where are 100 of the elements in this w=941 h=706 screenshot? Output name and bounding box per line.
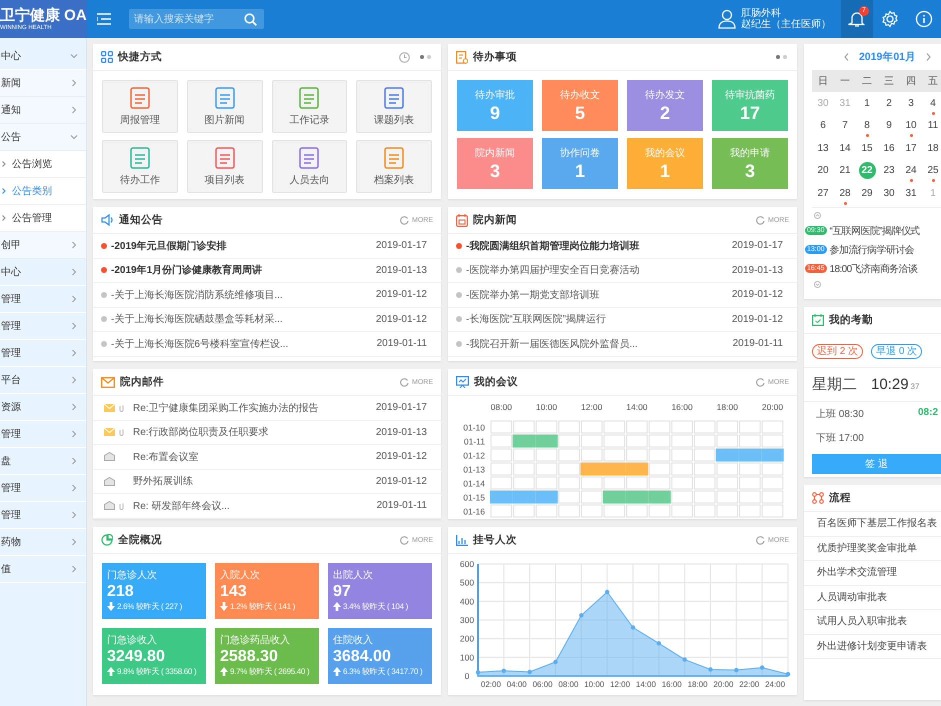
calendar-day[interactable]: 8 xyxy=(858,117,876,134)
axis-label: 600 xyxy=(460,559,474,569)
calendar-day[interactable]: 10 xyxy=(902,117,920,134)
weekday-label: 二 xyxy=(862,75,872,88)
shortcut-tile[interactable]: 项目列表 xyxy=(186,140,262,193)
sidebar-item[interactable]: 药物 xyxy=(0,529,86,556)
hour-label: 08:00 xyxy=(490,402,512,412)
card-title: 我的考勤 xyxy=(829,313,873,327)
notice-row[interactable]: -2019年1月份门诊健康教育周周讲 2019-01-13 xyxy=(93,258,441,283)
calendar-day[interactable]: 7 xyxy=(836,117,854,134)
calendar-day[interactable]: 11 xyxy=(924,117,941,134)
shortcut-tile[interactable]: 周报管理 xyxy=(102,80,178,133)
calendar-day[interactable]: 23 xyxy=(880,162,898,180)
date-text: 2019-01-13 xyxy=(376,264,427,276)
workflow-link[interactable]: 百名医师下基层工作报名表 xyxy=(804,512,941,536)
sidebar-item[interactable]: 值 xyxy=(0,556,86,583)
shortcut-tile[interactable]: 待办工作 xyxy=(102,140,178,193)
calendar-day[interactable]: 24 xyxy=(902,162,920,180)
calendar-day[interactable]: 28 xyxy=(836,184,854,202)
mail-row[interactable]: Re:布置会议室 2019-01-12 xyxy=(93,445,441,470)
card-title: 待办事项 xyxy=(473,50,517,64)
sidebar-item[interactable]: 管理 xyxy=(0,313,86,340)
calendar-day[interactable]: 9 xyxy=(880,117,898,134)
news-row[interactable]: -医院举办第四届护理安全百日竞赛活动 2019-01-13 xyxy=(448,258,797,283)
mail-subject: Re:布置会议室 xyxy=(133,450,200,464)
shortcut-label: 图片新闻 xyxy=(204,114,245,126)
news-row[interactable]: -长海医院“互联网医院”揭牌运行 2019-01-12 xyxy=(448,308,797,332)
calendar-day[interactable]: 14 xyxy=(836,140,854,157)
schedule-text: “互联网医院”揭牌仪式 xyxy=(830,224,920,238)
sidebar-item[interactable]: 管理 xyxy=(0,286,86,313)
calendar-day[interactable]: 16 xyxy=(880,140,898,157)
calendar-day[interactable]: 13 xyxy=(814,140,832,157)
sidebar-item[interactable]: 管理 xyxy=(0,421,86,448)
calendar-day[interactable]: 6 xyxy=(814,117,832,134)
sidebar-item[interactable]: 资源 xyxy=(0,394,86,421)
calendar-day[interactable]: 27 xyxy=(814,184,832,202)
axis-label: 14:00 xyxy=(636,680,656,689)
mail-row[interactable]: Re:卫宁健康集团采购工作实施办法的报告 2019-01-17 xyxy=(93,396,441,420)
shortcut-tile[interactable]: 图片新闻 xyxy=(186,80,262,133)
calendar-day[interactable]: 4 xyxy=(924,94,941,112)
news-row[interactable]: -我院圆满组织首期管理岗位能力培训班 2019-01-17 xyxy=(448,234,797,258)
shortcut-label: 档案列表 xyxy=(374,174,414,186)
workflow-link[interactable]: 人员调动审批表 xyxy=(804,586,941,610)
sidebar-item[interactable]: 管理 xyxy=(0,475,86,502)
date-text: 2019-01-12 xyxy=(732,314,783,325)
date-text: 2019-01-12 xyxy=(732,289,783,300)
sidebar-item[interactable]: 通知 xyxy=(0,97,86,124)
calendar-day[interactable]: 2 xyxy=(880,94,898,112)
workflow-link[interactable]: 试用人员入职审批表 xyxy=(804,610,941,634)
shortcut-tile[interactable]: 人员去向 xyxy=(272,140,348,193)
shortcut-label: 课题列表 xyxy=(374,114,414,126)
stat-change: 6.3% 较昨天 ( 3417.70 ) xyxy=(343,666,422,677)
shortcut-tile[interactable]: 工作记录 xyxy=(272,80,348,133)
axis-label: 100 xyxy=(460,652,474,662)
todo-count: 1 xyxy=(660,160,670,182)
calendar-day[interactable]: 3 xyxy=(902,94,920,112)
news-row[interactable]: -我院召开新一届医德医风院外监督员... 2019-01-11 xyxy=(448,332,797,356)
sidebar-item[interactable]: 公告 xyxy=(0,124,86,151)
sidebar-item[interactable]: 管理 xyxy=(0,502,86,529)
news-row[interactable]: -医院举办第一期党支部培训班 2019-01-12 xyxy=(448,283,797,308)
sidebar-item[interactable]: 中心 xyxy=(0,259,86,286)
date-text: 2019-01-17 xyxy=(376,240,427,252)
calendar-day[interactable]: 1 xyxy=(858,94,876,112)
mail-row[interactable]: Re: 研发部年终会议... 2019-01-11 xyxy=(93,494,441,518)
calendar-day[interactable]: 20 xyxy=(814,162,832,180)
stat-label: 出院人次 xyxy=(333,568,374,582)
calendar-day[interactable]: 17 xyxy=(902,140,920,157)
todo-label: 待办收文 xyxy=(560,88,600,102)
mail-row[interactable]: 野外拓展训练 2019-01-12 xyxy=(93,470,441,494)
notice-row[interactable]: -关于上海长海医院6号楼科室宣传栏设... 2019-01-11 xyxy=(93,332,441,356)
sidebar-item[interactable]: 平台 xyxy=(0,367,86,394)
date-label: 01-12 xyxy=(463,450,485,460)
calendar-day[interactable]: 18 xyxy=(924,140,941,157)
workflow-link[interactable]: 外出进修计划变更申请表 xyxy=(804,634,941,659)
axis-label: 12:00 xyxy=(610,680,630,689)
shortcut-tile[interactable]: 课题列表 xyxy=(356,80,432,133)
sidebar-item[interactable]: 新闻 xyxy=(0,70,86,97)
calendar-day[interactable]: 31 xyxy=(902,184,920,202)
calendar-day[interactable]: 25 xyxy=(924,162,941,180)
card-title: 全院概况 xyxy=(118,533,162,547)
shortcut-tile[interactable]: 档案列表 xyxy=(356,140,432,193)
sidebar-item[interactable]: 创甲 xyxy=(0,232,86,259)
search-field[interactable]: 请输入搜索关键字 xyxy=(129,9,264,29)
mail-row[interactable]: Re:行政部岗位职责及任职要求 2019-01-13 xyxy=(93,420,441,445)
workflow-link[interactable]: 外出学术交流管理 xyxy=(804,561,941,586)
notice-row[interactable]: -2019年元旦假期门诊安排 2019-01-17 xyxy=(93,234,441,258)
workflow-link[interactable]: 优质护理奖奖金审批单 xyxy=(804,536,941,561)
calendar-day[interactable]: 21 xyxy=(836,162,854,180)
hour-label: 14:00 xyxy=(626,402,648,412)
notice-row[interactable]: -关于上海长海医院消防系统维修项目... 2019-01-12 xyxy=(93,283,441,308)
calendar-day[interactable]: 30 xyxy=(880,184,898,202)
weekday-label: 一 xyxy=(840,75,850,88)
date-text: 2019-01-11 xyxy=(376,500,427,512)
calendar-day[interactable]: 15 xyxy=(858,140,876,157)
sidebar-item[interactable]: 管理 xyxy=(0,340,86,367)
axis-label: 06:00 xyxy=(532,680,553,689)
sidebar-item[interactable]: 盘 xyxy=(0,448,86,475)
calendar-day[interactable]: 29 xyxy=(858,184,876,202)
schedule-text: 参加流行病学研讨会 xyxy=(830,244,914,256)
notice-row[interactable]: -关于上海长海医院硒鼓墨盒等耗材采... 2019-01-12 xyxy=(93,308,441,332)
